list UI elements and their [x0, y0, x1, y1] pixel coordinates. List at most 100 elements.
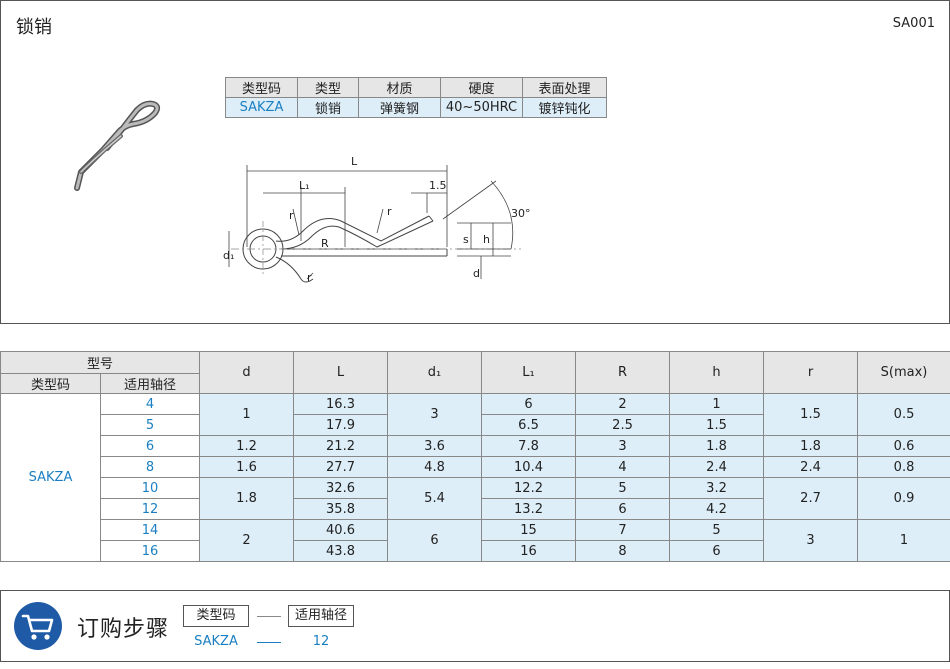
L1-cell: 10.4 [481, 456, 577, 478]
L1-cell: 15 [481, 519, 577, 541]
spec-value-material: 弹簧钢 [358, 97, 441, 118]
R-cell: 2.5 [575, 414, 671, 436]
dim-label-pitch: 1.5 [429, 179, 447, 192]
L-cell: 17.9 [293, 414, 389, 436]
d1-cell: 3 [387, 393, 483, 436]
dim-label-r-2: r [387, 205, 392, 218]
header-h: h [669, 351, 765, 394]
order-title: 订购步骤 [77, 617, 170, 642]
d-cell: 2 [199, 519, 295, 562]
product-image [74, 100, 161, 191]
spec-header-type: 类型 [297, 77, 359, 98]
shopping-cart-icon[interactable] [13, 601, 63, 651]
product-code: SA001 [892, 16, 935, 31]
L-cell: 35.8 [293, 498, 389, 520]
order-value-separator [257, 642, 281, 643]
order-steps-panel: 订购步骤 类型码 适用轴径 SAKZA 12 [0, 590, 950, 662]
order-value-shaft[interactable]: 12 [288, 634, 354, 649]
r-cell: 2.4 [763, 456, 859, 478]
R-cell: 5 [575, 477, 671, 499]
table-row: SAKZA 4 1 16.3 3 6 2 1 1.5 0.5 [0, 393, 950, 562]
d1-cell: 4.8 [387, 456, 483, 478]
spec-value-type-code[interactable]: SAKZA [225, 97, 298, 118]
h-cell: 5 [669, 519, 765, 541]
order-step-shaft: 适用轴径 [288, 605, 354, 627]
dim-label-L1: L₁ [299, 179, 310, 192]
R-cell: 3 [575, 435, 671, 457]
spec-header-hardness: 硬度 [440, 77, 523, 98]
spec-value-surface: 镀锌钝化 [522, 97, 607, 118]
d-cell: 1.6 [199, 456, 295, 478]
table-row: 6 1.2 21.2 3.6 7.8 3 1.8 1.8 0.6 [1, 435, 950, 457]
shaft-cell[interactable]: 4 [99, 393, 201, 415]
shaft-cell[interactable]: 6 [99, 435, 201, 457]
table-row: 14 2 40.6 6 15 7 5 3 1 [1, 519, 950, 562]
h-cell: 1.8 [669, 435, 765, 457]
header-L1: L₁ [481, 351, 577, 394]
shaft-cell[interactable]: 12 [99, 498, 201, 520]
r-cell: 2.7 [763, 477, 859, 520]
shaft-cell[interactable]: 10 [99, 477, 201, 499]
h-cell: 4.2 [669, 498, 765, 520]
table-row: 8 1.6 27.7 4.8 10.4 4 2.4 2.4 0.8 [1, 456, 950, 478]
d1-cell: 3.6 [387, 435, 483, 457]
h-cell: 2.4 [669, 456, 765, 478]
d-cell: 1 [199, 393, 295, 436]
dim-label-d1: d₁ [223, 249, 234, 262]
shaft-cell[interactable]: 14 [99, 519, 201, 541]
S-cell: 0.9 [857, 477, 950, 520]
d1-cell: 6 [387, 519, 483, 562]
r-cell: 1.8 [763, 435, 859, 457]
d-cell: 1.8 [199, 477, 295, 520]
order-value-type-code[interactable]: SAKZA [183, 634, 249, 649]
header-model: 型号 [0, 351, 201, 374]
header-R: R [575, 351, 671, 394]
r-cell: 3 [763, 519, 859, 562]
R-cell: 2 [575, 393, 671, 415]
dim-label-R: R [321, 237, 329, 250]
spec-table: 类型码 类型 材质 硬度 表面处理 SAKZA 锁销 弹簧钢 40~50HRC … [225, 77, 607, 118]
h-cell: 1.5 [669, 414, 765, 436]
header-d1: d₁ [387, 351, 483, 394]
type-code-cell[interactable]: SAKZA [0, 393, 101, 562]
L-cell: 21.2 [293, 435, 389, 457]
dim-label-r-1: r [289, 209, 294, 222]
L1-cell: 7.8 [481, 435, 577, 457]
cart-icon-circle [14, 602, 62, 650]
header-S: S(max) [857, 351, 950, 394]
spec-value-hardness: 40~50HRC [440, 97, 523, 118]
L-cell: 43.8 [293, 540, 389, 562]
d1-cell: 5.4 [387, 477, 483, 520]
spec-header-material: 材质 [358, 77, 441, 98]
L-cell: 40.6 [293, 519, 389, 541]
spec-value-type: 锁销 [297, 97, 359, 118]
product-panel: 锁销 SA001 类型码 类型 材质 硬度 表面处理 SAKZA 锁销 弹簧钢 … [0, 0, 950, 324]
spec-header-type-code: 类型码 [225, 77, 298, 98]
h-cell: 3.2 [669, 477, 765, 499]
R-cell: 4 [575, 456, 671, 478]
shaft-cell[interactable]: 16 [99, 540, 201, 562]
table-row: 10 1.8 32.6 5.4 12.2 5 3.2 2.7 0.9 [1, 477, 950, 520]
header-L: L [293, 351, 389, 394]
spec-header-surface: 表面处理 [522, 77, 607, 98]
L1-cell: 13.2 [481, 498, 577, 520]
S-cell: 1 [857, 519, 950, 562]
header-shaft: 适用轴径 [99, 373, 201, 394]
S-cell: 0.5 [857, 393, 950, 436]
shaft-cell[interactable]: 5 [99, 414, 201, 436]
d-cell: 1.2 [199, 435, 295, 457]
dim-label-h: h [483, 233, 490, 246]
L1-cell: 6 [481, 393, 577, 415]
R-cell: 7 [575, 519, 671, 541]
dim-label-angle: 30° [511, 207, 531, 220]
dim-label-L: L [351, 155, 358, 168]
h-cell: 1 [669, 393, 765, 415]
technical-drawing: L L₁ 1.5 30° r r r R s h d d₁ [223, 155, 531, 284]
R-cell: 8 [575, 540, 671, 562]
L1-cell: 16 [481, 540, 577, 562]
header-type-code: 类型码 [0, 373, 101, 394]
order-step-type-code: 类型码 [183, 605, 249, 627]
shaft-cell[interactable]: 8 [99, 456, 201, 478]
L1-cell: 6.5 [481, 414, 577, 436]
L-cell: 16.3 [293, 393, 389, 415]
